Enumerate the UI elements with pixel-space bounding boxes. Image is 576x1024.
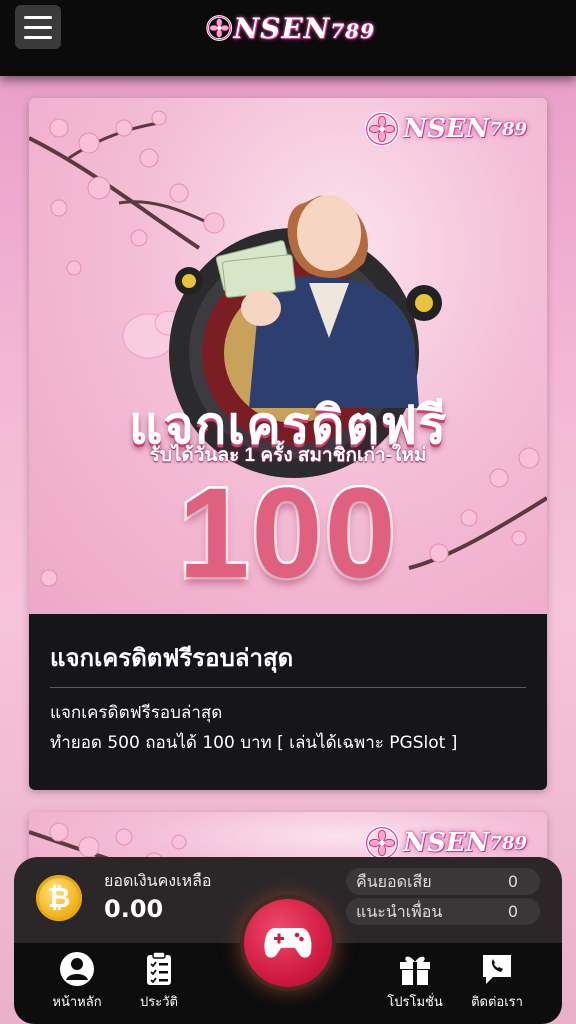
sakura-logo-icon bbox=[365, 111, 400, 147]
promotion-card[interactable]: NSEN 789 แจกเครดิตฟรี รับได้วันละ 1 ครั้ง… bbox=[29, 98, 547, 790]
cashback-pill[interactable]: คืนยอดเสีย 0 bbox=[346, 868, 540, 895]
logo-text: NSEN789 bbox=[233, 11, 375, 45]
menu-icon bbox=[24, 15, 52, 19]
promotion-banner: NSEN 789 แจกเครดิตฟรี รับได้วันละ 1 ครั้ง… bbox=[29, 98, 547, 614]
nav-history[interactable]: ประวัติ bbox=[124, 951, 194, 1012]
play-game-button[interactable] bbox=[244, 899, 332, 987]
nav-promotion[interactable]: โปรโมชั่น bbox=[380, 951, 450, 1012]
referral-pill[interactable]: แนะนำเพื่อน 0 bbox=[346, 898, 540, 925]
bitcoin-coin-icon: ₿ bbox=[36, 875, 82, 921]
nav-home-label: หน้าหลัก bbox=[52, 995, 102, 1010]
cashback-value: 0 bbox=[507, 872, 518, 891]
referral-label: แนะนำเพื่อน bbox=[356, 902, 443, 921]
nav-history-label: ประวัติ bbox=[140, 995, 178, 1010]
cashback-label: คืนยอดเสีย bbox=[356, 872, 432, 891]
nav-promotion-label: โปรโมชั่น bbox=[387, 995, 443, 1010]
promotion-condition: ทำยอด 500 ถอนได้ 100 บาท [ เล่นได้เฉพาะ … bbox=[50, 733, 458, 753]
user-icon bbox=[60, 952, 94, 986]
clipboard-list-icon bbox=[147, 951, 171, 985]
hamburger-menu-button[interactable] bbox=[15, 5, 61, 49]
divider bbox=[50, 687, 526, 688]
promotion-title: แจกเครดิตฟรีรอบล่าสุด bbox=[50, 644, 294, 672]
referral-value: 0 bbox=[507, 902, 518, 921]
banner-amount: 100 bbox=[176, 460, 399, 608]
promotion-description: แจกเครดิตฟรีรอบล่าสุด bbox=[50, 703, 223, 723]
site-logo[interactable]: NSEN789 bbox=[205, 2, 375, 54]
phone-chat-icon bbox=[483, 955, 511, 984]
banner-logo: NSEN 789 bbox=[363, 110, 527, 148]
nav-contact[interactable]: ติดต่อเรา bbox=[462, 951, 532, 1012]
top-header: NSEN789 bbox=[0, 0, 576, 76]
balance-label: ยอดเงินคงเหลือ bbox=[104, 871, 212, 890]
promotion-card-body: แจกเครดิตฟรีรอบล่าสุด แจกเครดิตฟรีรอบล่า… bbox=[29, 614, 547, 790]
gift-icon bbox=[400, 956, 430, 985]
nav-contact-label: ติดต่อเรา bbox=[471, 995, 523, 1010]
nav-home[interactable]: หน้าหลัก bbox=[42, 951, 112, 1012]
balance-value: 0.00 bbox=[104, 895, 164, 923]
sakura-logo-icon bbox=[206, 15, 233, 41]
gamepad-icon bbox=[264, 928, 312, 958]
